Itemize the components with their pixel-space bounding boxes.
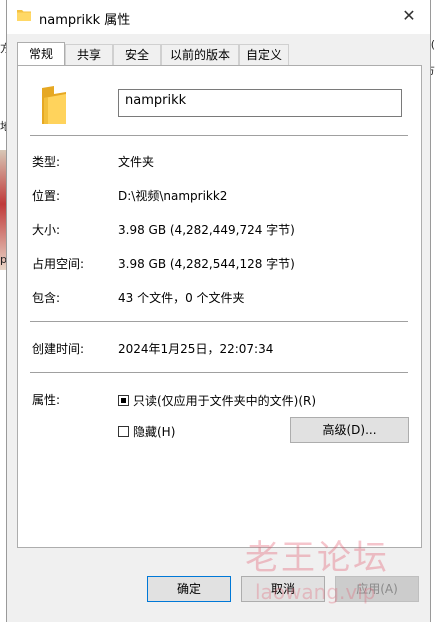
window-title: namprikk 属性 [39,13,131,28]
folder-icon [17,10,31,21]
contains-value: 43 个文件，0 个文件夹 [118,291,245,305]
cancel-button[interactable]: 取消 [241,576,325,602]
background-text-fragment: ( [430,38,435,51]
disk-size-label: 占用空间: [32,257,85,271]
contains-label: 包含: [32,291,61,305]
close-icon: ✕ [402,6,416,25]
location-label: 位置: [32,189,61,203]
hidden-label: 隐藏(H) [133,425,176,439]
type-label: 类型: [32,155,61,169]
location-value: D:\视频\namprikk2 [118,189,228,203]
tab-sharing[interactable]: 共享 [65,44,113,66]
disk-size-value: 3.98 GB (4,282,544,128 字节) [118,257,295,271]
properties-dialog: namprikk 属性 ✕ 常规 共享 安全 以前的版本 自定义 namprik… [6,0,431,622]
divider [30,135,408,136]
size-value: 3.98 GB (4,282,449,724 字节) [118,223,295,237]
ok-button[interactable]: 确定 [147,576,231,602]
advanced-button[interactable]: 高级(D)... [290,417,409,443]
title-bar[interactable]: namprikk 属性 ✕ [7,0,430,34]
folder-icon [42,86,66,124]
tab-security[interactable]: 安全 [113,44,161,66]
close-button[interactable]: ✕ [396,4,422,28]
attributes-label: 属性: [32,393,61,407]
general-panel: namprikk 类型: 文件夹 位置: D:\视频\namprikk2 大小:… [17,65,422,548]
folder-name-input[interactable]: namprikk [118,89,402,117]
tab-previous-versions[interactable]: 以前的版本 [161,44,239,66]
divider [30,321,408,322]
readonly-checkbox[interactable]: 只读(仅应用于文件夹中的文件)(R) [118,392,316,409]
size-label: 大小: [32,223,61,237]
divider [30,372,408,373]
apply-button[interactable]: 应用(A) [335,576,419,602]
hidden-checkbox[interactable]: 隐藏(H) [118,423,175,440]
created-label: 创建时间: [32,342,85,356]
tab-general[interactable]: 常规 [17,42,65,67]
created-value: 2024年1月25日，22:07:34 [118,342,274,356]
type-value: 文件夹 [118,155,155,169]
checkbox-indeterminate-icon [118,395,129,406]
checkbox-empty-icon [118,426,129,437]
readonly-label: 只读(仅应用于文件夹中的文件)(R) [133,394,317,408]
tab-customize[interactable]: 自定义 [239,44,289,66]
